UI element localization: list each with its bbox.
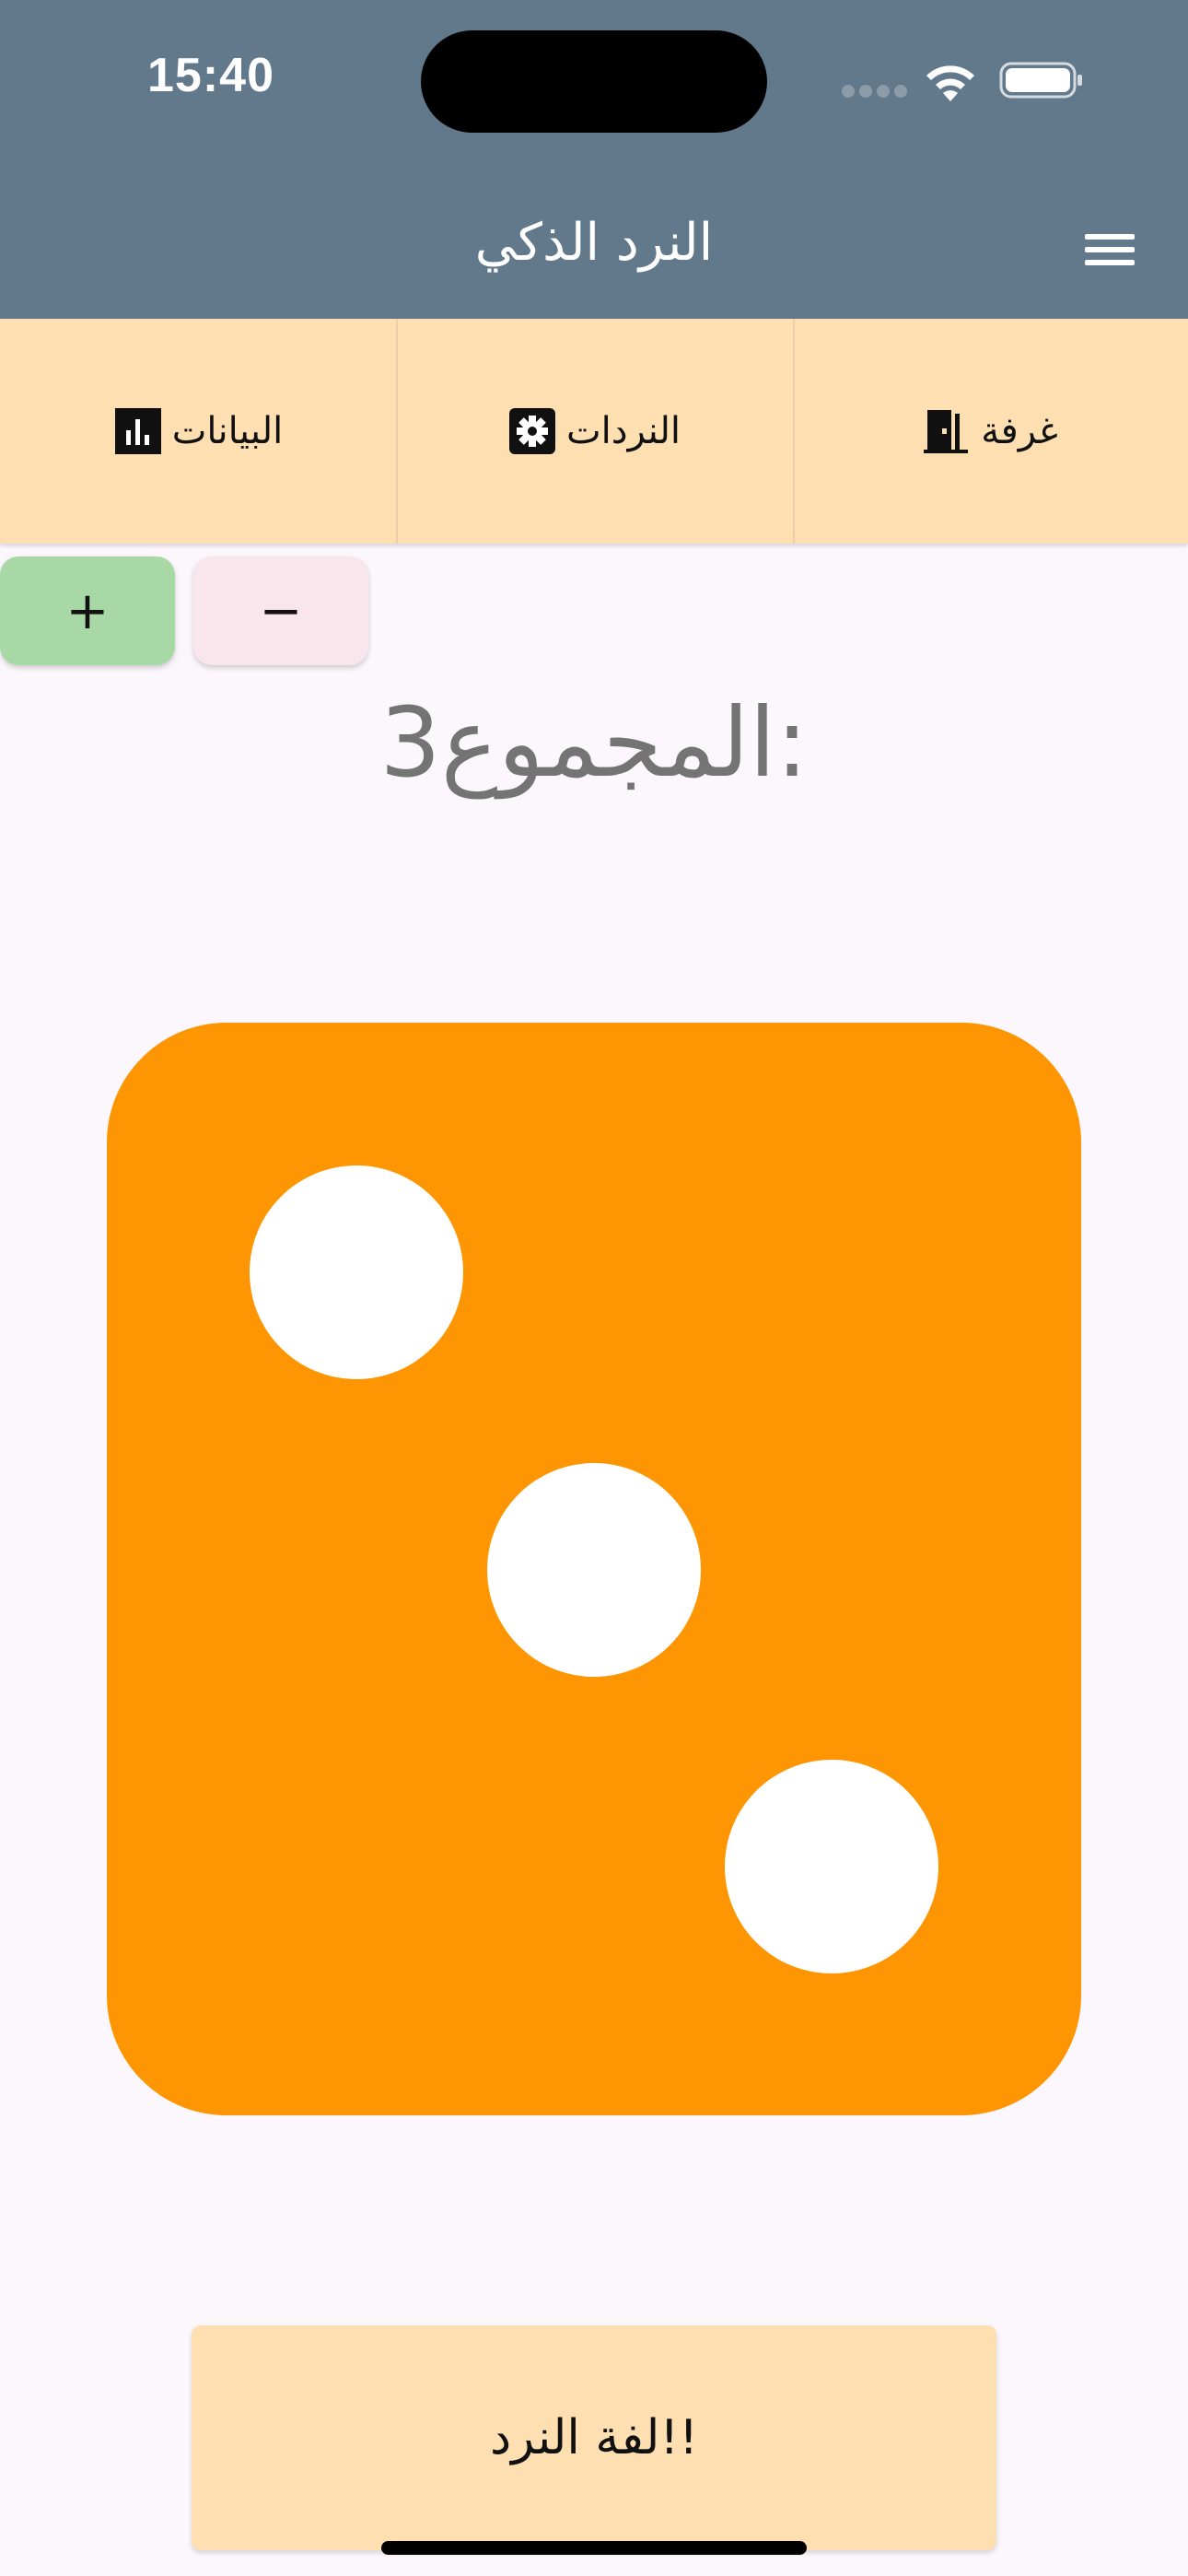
- tab-bar: غرفة النردات البيانات: [0, 319, 1188, 544]
- tab-statistics[interactable]: البيانات: [0, 319, 396, 544]
- tab-room-label: غرفة: [981, 410, 1058, 452]
- tab-dice[interactable]: النردات: [396, 319, 792, 544]
- dice-face[interactable]: [107, 1023, 1081, 2115]
- total-display: 3المجموع:: [0, 678, 1188, 807]
- die-pip: [487, 1463, 701, 1677]
- bar-chart-icon: [114, 408, 161, 454]
- status-time: 15:40: [147, 49, 274, 102]
- door-icon: [924, 410, 969, 453]
- wifi-icon: [926, 65, 974, 101]
- signal-icon: [842, 85, 907, 98]
- total-label: المجموع:: [440, 686, 809, 799]
- app-bar: النرد الذكي: [0, 173, 1188, 319]
- battery-icon: [999, 62, 1082, 99]
- app-title: النرد الذكي: [474, 213, 714, 273]
- die-pip: [250, 1165, 463, 1379]
- status-bar: 15:40: [0, 0, 1188, 173]
- tab-statistics-label: البيانات: [171, 410, 284, 452]
- tab-room[interactable]: غرفة: [792, 319, 1188, 544]
- tab-divider: [396, 319, 398, 544]
- settings-gear-icon: [508, 408, 555, 454]
- tab-divider: [793, 319, 795, 544]
- app-screen: 15:40 النرد الذكي غرفة النردات البيانات …: [0, 0, 1188, 2576]
- hamburger-menu-button[interactable]: [1059, 206, 1160, 289]
- home-indicator: [381, 2541, 807, 2555]
- total-value: 3: [379, 686, 441, 799]
- add-die-button[interactable]: +: [0, 556, 175, 665]
- roll-dice-button[interactable]: لفة النرد!!: [192, 2325, 996, 2550]
- remove-die-button[interactable]: −: [193, 556, 368, 665]
- hamburger-menu-icon: [1085, 234, 1135, 240]
- die-pip: [725, 1760, 938, 1973]
- tab-dice-label: النردات: [565, 410, 681, 452]
- dynamic-island: [421, 30, 767, 133]
